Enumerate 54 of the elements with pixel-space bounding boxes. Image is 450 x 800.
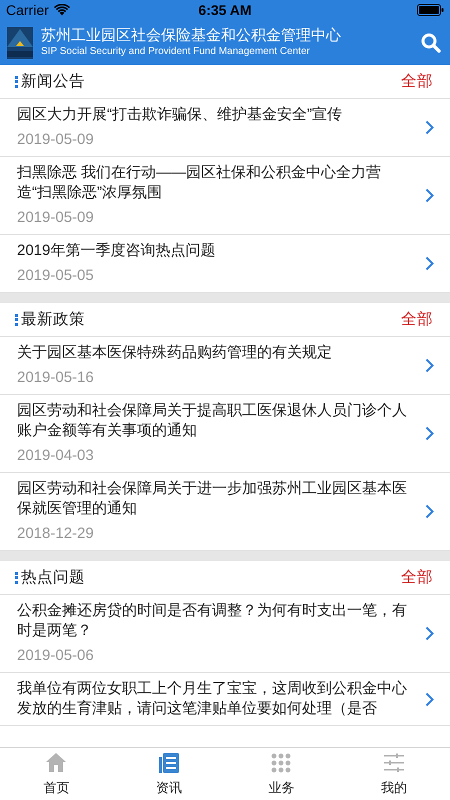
document-icon bbox=[156, 751, 181, 775]
article-date: 2019-05-16 bbox=[17, 368, 95, 388]
article-title: 园区大力开展“打击欺诈骗保、维护基金安全”宣传 bbox=[17, 105, 343, 125]
logo-icon bbox=[7, 26, 33, 58]
chevron-icon bbox=[425, 358, 434, 373]
tab-item[interactable]: 业务 bbox=[225, 748, 338, 800]
article-title: 扫黑除恶 我们在行动——园区社保和公积金中心全力营造“扫黑除恶”浓厚氛围 bbox=[17, 163, 382, 203]
article-item[interactable]: 我单位有两位女职工上个月生了宝宝，这周收到公积金中心发放的生育津贴，请问这笔津贴单位要如何处理（是否 bbox=[0, 673, 450, 726]
tab-item[interactable]: 首页 bbox=[0, 748, 112, 800]
chevron-icon bbox=[425, 426, 434, 441]
article-item[interactable]: 关于园区基本医保特殊药品购药管理的有关规定 2019-05-16 bbox=[0, 337, 450, 395]
section-title: 新闻公告 bbox=[21, 72, 85, 92]
chevron-icon bbox=[425, 120, 434, 135]
chevron-icon bbox=[425, 626, 434, 641]
article-title: 我单位有两位女职工上个月生了宝宝，这周收到公积金中心发放的生育津贴，请问这笔津贴单位要如何处理（是否 bbox=[17, 679, 408, 719]
article-date: 2019-04-03 bbox=[17, 446, 95, 466]
article-title: 关于园区基本医保特殊药品购药管理的有关规定 bbox=[17, 343, 333, 363]
article-date: 2019-05-09 bbox=[17, 130, 95, 150]
article-item[interactable]: 公积金摊还房贷的时间是否有调整？为何有时支出一笔，有时是两笔？ 2019-05-06 bbox=[0, 595, 450, 673]
section-marker-icon bbox=[15, 314, 18, 326]
chevron-icon bbox=[425, 504, 434, 519]
wifi-icon bbox=[54, 4, 70, 16]
article-date: 2018-12-29 bbox=[17, 524, 95, 544]
view-all-link[interactable]: 全部 bbox=[401, 71, 433, 92]
clock-time: 6:35 AM bbox=[198, 2, 252, 18]
chevron-icon bbox=[425, 256, 434, 271]
article-item[interactable]: 园区劳动和社会保障局关于提高职工医保退休人员门诊个人账户金额等有关事项的通知 2019-04-03 bbox=[0, 395, 450, 473]
battery-icon bbox=[417, 4, 444, 16]
house-icon bbox=[44, 751, 68, 775]
article-title: 公积金摊还房贷的时间是否有调整？为何有时支出一笔，有时是两笔？ bbox=[17, 601, 408, 641]
tab-item[interactable]: 资讯 bbox=[112, 748, 225, 800]
grid-icon bbox=[269, 751, 294, 775]
chevron-icon bbox=[425, 188, 434, 203]
article-date: 2019-05-05 bbox=[17, 266, 95, 286]
article-item[interactable]: 扫黑除恶 我们在行动——园区社保和公积金中心全力营造“扫黑除恶”浓厚氛围 2019-05-09 bbox=[0, 157, 450, 235]
view-all-link[interactable]: 全部 bbox=[401, 309, 433, 330]
header-subtitle: SIP Social Security and Provident Fund Management Center bbox=[41, 45, 311, 58]
search-icon[interactable] bbox=[421, 32, 441, 52]
article-title: 园区劳动和社会保障局关于提高职工医保退休人员门诊个人账户金额等有关事项的通知 bbox=[17, 401, 408, 441]
article-title: 园区劳动和社会保障局关于进一步加强苏州工业园区基本医保就医管理的通知 bbox=[17, 479, 408, 519]
header-title: 苏州工业园区社会保险基金和公积金管理中心 bbox=[41, 27, 342, 45]
article-date: 2019-05-09 bbox=[17, 208, 95, 228]
article-item[interactable]: 园区大力开展“打击欺诈骗保、维护基金安全”宣传 2019-05-09 bbox=[0, 99, 450, 157]
view-all-link[interactable]: 全部 bbox=[401, 567, 433, 588]
carrier-name: Carrier bbox=[6, 2, 49, 18]
chevron-icon bbox=[425, 692, 434, 706]
section-title: 最新政策 bbox=[21, 310, 85, 330]
section-marker-icon bbox=[15, 76, 18, 88]
article-title: 2019年第一季度咨询热点问题 bbox=[17, 241, 216, 261]
section-title: 热点问题 bbox=[21, 568, 85, 588]
tab-item[interactable]: 我的 bbox=[338, 748, 450, 800]
sliders-icon bbox=[382, 751, 406, 775]
article-date: 2019-05-06 bbox=[17, 646, 95, 666]
section-marker-icon bbox=[15, 572, 18, 584]
